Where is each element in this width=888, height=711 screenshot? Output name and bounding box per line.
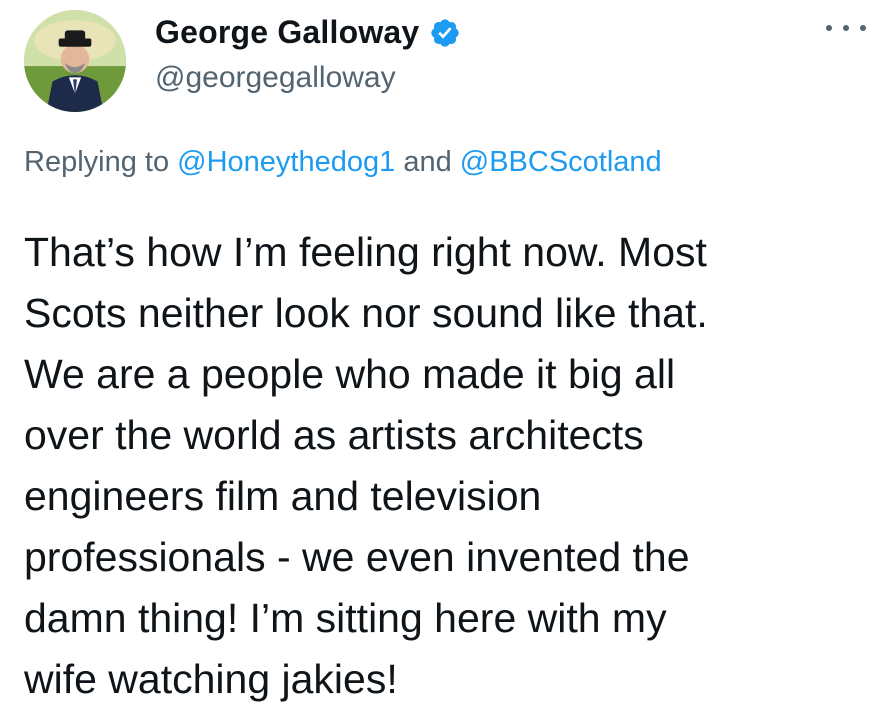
reply-prefix: Replying to (24, 146, 178, 178)
more-options-button[interactable] (826, 18, 866, 38)
mention-link-honeythedog1[interactable]: @Honeythedog1 (177, 146, 395, 178)
more-horizontal-icon (843, 25, 849, 31)
reply-joiner: and (395, 146, 460, 178)
avatar[interactable] (24, 10, 126, 112)
tweet-text-line: over the world as artists architects (24, 412, 644, 458)
mention-link-bbcscotland[interactable]: @BBCScotland (460, 146, 662, 178)
tweet-text: That’s how I’m feeling right now. Most S… (24, 222, 874, 710)
tweet-text-line: wife watching jakies! (24, 656, 398, 702)
tweet-text-line: damn thing! I’m sitting here with my (24, 595, 667, 641)
author-handle[interactable]: @georgegalloway (155, 61, 396, 95)
author-display-name[interactable]: George Galloway (155, 14, 419, 51)
tweet-text-line: engineers film and television (24, 473, 542, 519)
verified-badge-icon (429, 17, 461, 49)
avatar-photo (24, 10, 126, 112)
tweet-card: George Galloway @georgegalloway Replying… (0, 0, 888, 711)
more-horizontal-icon (860, 25, 866, 31)
reply-context: Replying to @Honeythedog1 and @BBCScotla… (24, 146, 662, 179)
tweet-text-line: That’s how I’m feeling right now. Most (24, 229, 707, 275)
tweet-text-line: professionals - we even invented the (24, 534, 690, 580)
tweet-text-line: We are a people who made it big all (24, 351, 676, 397)
more-horizontal-icon (826, 25, 832, 31)
tweet-text-line: Scots neither look nor sound like that. (24, 290, 708, 336)
author-name-row: George Galloway (155, 14, 461, 51)
